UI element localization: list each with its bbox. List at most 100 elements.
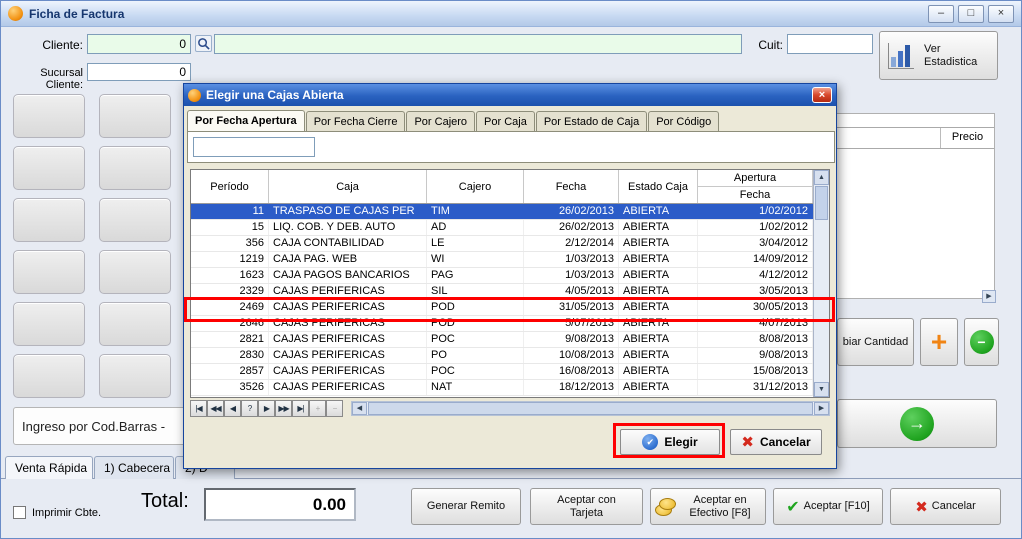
tab-venta-rapida[interactable]: Venta Rápida	[5, 456, 93, 479]
grid-cell-caja: CAJAS PERIFERICAS	[269, 284, 427, 299]
product-button[interactable]	[13, 94, 85, 138]
col-header-cajero[interactable]: Cajero	[427, 170, 524, 203]
nav-last-button[interactable]: ▶|	[292, 400, 309, 417]
grid-row[interactable]: 356CAJA CONTABILIDADLE2/12/2014ABIERTA3/…	[191, 236, 813, 252]
grid-row[interactable]: 2329CAJAS PERIFERICASSIL4/05/2013ABIERTA…	[191, 284, 813, 300]
product-button[interactable]	[99, 302, 171, 346]
nav-prior-button[interactable]: ◀	[224, 400, 241, 417]
cliente-code-input[interactable]	[87, 34, 191, 54]
product-button[interactable]	[13, 146, 85, 190]
scroll-right-button[interactable]: ▶	[814, 402, 829, 415]
tab-por-estado-de-caja[interactable]: Por Estado de Caja	[536, 111, 647, 131]
grid-cell-cajero: POC	[427, 332, 524, 347]
scroll-down-button[interactable]: ▼	[814, 382, 829, 397]
grid-row[interactable]: 2857CAJAS PERIFERICASPOC16/08/2013ABIERT…	[191, 364, 813, 380]
grid-cell-periodo: 2646	[191, 316, 269, 331]
items-hscroll-right-button[interactable]: ▶	[982, 290, 996, 303]
grid-cell-caja: CAJA PAG. WEB	[269, 252, 427, 267]
nav-next-button[interactable]: ▶	[258, 400, 275, 417]
cancelar-button[interactable]: ✖ Cancelar	[890, 488, 1001, 525]
window-controls: – □ ×	[928, 5, 1014, 23]
col-header-fecha[interactable]: Fecha	[524, 170, 619, 203]
dialog-close-button[interactable]: ×	[812, 87, 832, 103]
elegir-button[interactable]: ✔ Elegir	[620, 429, 720, 455]
horizontal-scrollbar[interactable]: ◀ ▶	[351, 401, 830, 416]
product-button[interactable]	[99, 94, 171, 138]
vscroll-track[interactable]	[814, 221, 829, 382]
grid-row[interactable]: 11TRASPASO DE CAJAS PERTIM26/02/2013ABIE…	[191, 204, 813, 220]
product-button[interactable]	[13, 250, 85, 294]
aceptar-tarjeta-button[interactable]: Aceptar con Tarjeta	[530, 488, 643, 525]
nav-prior-page-button[interactable]: ◀◀	[207, 400, 224, 417]
product-button[interactable]	[13, 198, 85, 242]
scroll-up-button[interactable]: ▲	[814, 170, 829, 185]
product-button[interactable]	[99, 198, 171, 242]
nav-insert-button[interactable]: +	[309, 400, 326, 417]
nav-next-page-button[interactable]: ▶▶	[275, 400, 292, 417]
grid-cell-estado: ABIERTA	[619, 252, 698, 267]
imprimir-checkbox[interactable]	[13, 506, 26, 519]
maximize-button[interactable]: □	[958, 5, 984, 23]
col-header-periodo[interactable]: Período	[191, 170, 269, 203]
tab-por-fecha-apertura[interactable]: Por Fecha Apertura	[187, 110, 305, 131]
close-button[interactable]: ×	[988, 5, 1014, 23]
grid-cell-cajero: SIL	[427, 284, 524, 299]
cambiar-cantidad-button[interactable]: biar Cantidad	[837, 318, 914, 366]
grid-row[interactable]: 2469CAJAS PERIFERICASPOD31/05/2013ABIERT…	[191, 300, 813, 316]
ver-estadistica-button[interactable]: Ver Estadistica	[879, 31, 998, 80]
precio-column-header[interactable]: Precio	[940, 128, 994, 148]
grid-row[interactable]: 1623CAJA PAGOS BANCARIOSPAG1/03/2013ABIE…	[191, 268, 813, 284]
cuit-input[interactable]	[787, 34, 873, 54]
vscroll-thumb[interactable]	[815, 186, 828, 220]
confirm-arrow-button[interactable]: →	[837, 399, 997, 448]
generar-remito-button[interactable]: Generar Remito	[411, 488, 521, 525]
nav-search-button[interactable]: ?	[241, 400, 258, 417]
scroll-left-button[interactable]: ◀	[352, 402, 367, 415]
grid-row[interactable]: 2830CAJAS PERIFERICASPO10/08/2013ABIERTA…	[191, 348, 813, 364]
nav-delete-button[interactable]: −	[326, 400, 343, 417]
dialog-cancelar-button[interactable]: ✖ Cancelar	[730, 429, 822, 455]
nav-first-button[interactable]: |◀	[190, 400, 207, 417]
grid-cell-cajero: PO	[427, 348, 524, 363]
minimize-button[interactable]: –	[928, 5, 954, 23]
vertical-scrollbar[interactable]: ▲ ▼	[813, 170, 829, 397]
grid-cell-estado: ABIERTA	[619, 300, 698, 315]
grid-cell-caja: CAJAS PERIFERICAS	[269, 316, 427, 331]
product-button[interactable]	[13, 302, 85, 346]
filter-input[interactable]	[193, 137, 315, 157]
grid-cell-caja: TRASPASO DE CAJAS PER	[269, 204, 427, 219]
col-header-apertura[interactable]: Apertura Fecha	[698, 170, 813, 203]
grid-row[interactable]: 3526CAJAS PERIFERICASNAT18/12/2013ABIERT…	[191, 380, 813, 396]
subtract-quantity-button[interactable]: −	[964, 318, 999, 366]
product-button[interactable]	[13, 354, 85, 398]
add-quantity-button[interactable]: +	[920, 318, 958, 366]
grid-cell-caja: CAJAS PERIFERICAS	[269, 348, 427, 363]
search-button[interactable]	[195, 35, 212, 52]
grid-row[interactable]: 2821CAJAS PERIFERICASPOC9/08/2013ABIERTA…	[191, 332, 813, 348]
product-button[interactable]	[99, 146, 171, 190]
aceptar-efectivo-button[interactable]: Aceptar en Efectivo [F8]	[650, 488, 766, 525]
grid-row[interactable]: 15LIQ. COB. Y DEB. AUTOAD26/02/2013ABIER…	[191, 220, 813, 236]
tab-cabecera[interactable]: 1) Cabecera	[94, 456, 174, 479]
tab-por-codigo[interactable]: Por Código	[648, 111, 719, 131]
product-button[interactable]	[99, 250, 171, 294]
sucursal-input[interactable]	[87, 63, 191, 81]
aceptar-tarjeta-label: Aceptar con Tarjeta	[546, 494, 628, 520]
grid-row[interactable]: 1219CAJA PAG. WEBWI1/03/2013ABIERTA14/09…	[191, 252, 813, 268]
dialog-title: Elegir una Cajas Abierta	[206, 88, 344, 102]
col-header-caja[interactable]: Caja	[269, 170, 427, 203]
tab-por-fecha-cierre[interactable]: Por Fecha Cierre	[306, 111, 406, 131]
col-header-estado-caja[interactable]: Estado Caja	[619, 170, 698, 203]
aceptar-f10-button[interactable]: ✔ Aceptar [F10]	[773, 488, 883, 525]
grid-cell-fecha: 2/12/2014	[524, 236, 619, 251]
grid-cell-estado: ABIERTA	[619, 364, 698, 379]
grid-cell-caja: CAJA PAGOS BANCARIOS	[269, 268, 427, 283]
tab-por-cajero[interactable]: Por Cajero	[406, 111, 475, 131]
hscroll-thumb[interactable]	[368, 402, 813, 415]
tab-por-caja[interactable]: Por Caja	[476, 111, 535, 131]
cliente-name-input[interactable]	[214, 34, 742, 54]
imprimir-label: Imprimir Cbte.	[32, 507, 101, 519]
dialog-titlebar[interactable]: Elegir una Cajas Abierta ×	[184, 84, 836, 106]
grid-row[interactable]: 2646CAJAS PERIFERICASPOD5/07/2013ABIERTA…	[191, 316, 813, 332]
product-button[interactable]	[99, 354, 171, 398]
